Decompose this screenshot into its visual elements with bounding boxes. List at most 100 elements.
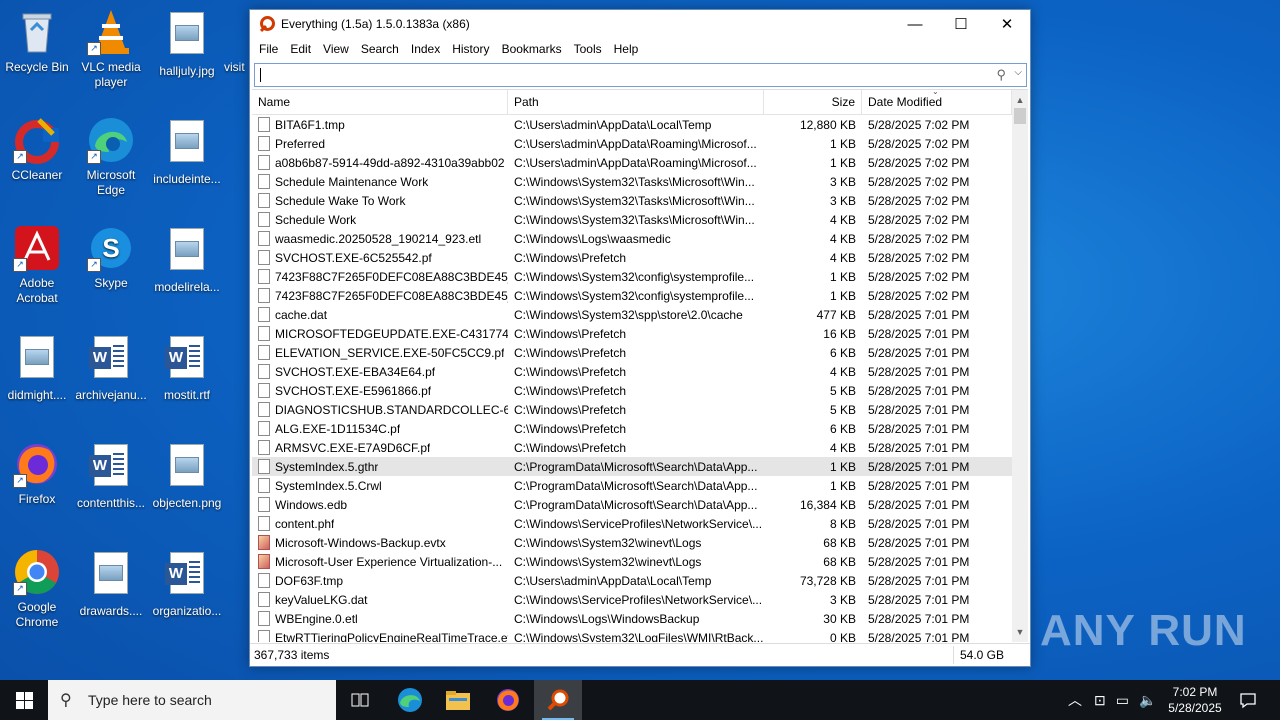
- table-row[interactable]: Preferred C:\Users\admin\AppData\Roaming\…: [252, 134, 1012, 153]
- table-row[interactable]: keyValueLKG.dat C:\Windows\ServiceProfile…: [252, 590, 1012, 609]
- display-icon[interactable]: ▭: [1116, 692, 1129, 709]
- menu-edit[interactable]: Edit: [284, 42, 317, 56]
- desktop-icon-includeinte[interactable]: includeinte...: [150, 116, 224, 187]
- table-row[interactable]: Microsoft-User Experience Virtualization…: [252, 552, 1012, 571]
- desktop-icon-firefox[interactable]: ↗ Firefox: [0, 440, 74, 507]
- column-header: Name Path Size Date Modified ⌄: [252, 87, 1028, 115]
- menu-tools[interactable]: Tools: [568, 42, 608, 56]
- word-document-icon: W: [163, 552, 211, 600]
- desktop-icon-skype[interactable]: S ↗ Skype: [74, 224, 148, 291]
- row-name-cell: WBEngine.0.etl: [252, 611, 508, 626]
- menu-bookmarks[interactable]: Bookmarks: [496, 42, 568, 56]
- notification-center-button[interactable]: [1224, 680, 1272, 720]
- desktop-icon-objecten[interactable]: objecten.png: [150, 440, 224, 511]
- maximize-button[interactable]: ☐: [938, 10, 984, 38]
- table-row[interactable]: ALG.EXE-1D11534C.pf C:\Windows\Prefetch 6 …: [252, 419, 1012, 438]
- file-size: 4 KB: [829, 212, 856, 227]
- column-path[interactable]: Path: [508, 90, 764, 114]
- file-path: C:\Windows\System32\Tasks\Microsoft\Win.…: [514, 212, 755, 227]
- table-row[interactable]: Windows.edb C:\ProgramData\Microsoft\Sear…: [252, 495, 1012, 514]
- desktop-icon-recycle-bin[interactable]: Recycle Bin: [0, 8, 74, 75]
- table-row[interactable]: SystemIndex.5.gthr C:\ProgramData\Microso…: [252, 457, 1012, 476]
- table-row[interactable]: EtwRTTieringPolicyEngineRealTimeTrace.et…: [252, 628, 1012, 642]
- desktop-icon-ccleaner[interactable]: ↗ CCleaner: [0, 116, 74, 183]
- file-size: 73,728 KB: [799, 573, 856, 588]
- table-row[interactable]: BITA6F1.tmp C:\Users\admin\AppData\Local\…: [252, 115, 1012, 134]
- file-size: 1 KB: [829, 136, 856, 151]
- table-row[interactable]: content.phf C:\Windows\ServiceProfiles\Ne…: [252, 514, 1012, 533]
- desktop-icon-label: Recycle Bin: [5, 60, 69, 74]
- table-row[interactable]: SVCHOST.EXE-6C525542.pf C:\Windows\Prefet…: [252, 248, 1012, 267]
- menu-file[interactable]: File: [253, 42, 284, 56]
- taskbar-search-box[interactable]: ⚲ Type here to search: [48, 680, 336, 720]
- desktop-icon-visit[interactable]: visit: [224, 8, 250, 75]
- vertical-scrollbar[interactable]: ▲ ▼: [1012, 90, 1028, 642]
- desktop-icon-drawards[interactable]: drawards....: [74, 548, 148, 619]
- file-icon: [258, 345, 270, 360]
- taskbar-firefox[interactable]: [484, 680, 532, 720]
- column-size[interactable]: Size: [764, 90, 862, 114]
- close-button[interactable]: ✕: [984, 10, 1030, 38]
- table-row[interactable]: ELEVATION_SERVICE.EXE-50FC5CC9.pf C:\Wind…: [252, 343, 1012, 362]
- table-row[interactable]: DOF63F.tmp C:\Users\admin\AppData\Local\T…: [252, 571, 1012, 590]
- table-row[interactable]: SVCHOST.EXE-E5961866.pf C:\Windows\Prefet…: [252, 381, 1012, 400]
- chevron-down-icon[interactable]: ⌵: [1014, 67, 1022, 78]
- table-row[interactable]: cache.dat C:\Windows\System32\spp\store\2…: [252, 305, 1012, 324]
- menu-view[interactable]: View: [317, 42, 355, 56]
- row-name-cell: Schedule Wake To Work: [252, 193, 508, 208]
- file-size: 12,880 KB: [799, 117, 856, 132]
- start-button[interactable]: [0, 680, 48, 720]
- column-name[interactable]: Name: [252, 90, 508, 114]
- table-row[interactable]: a08b6b87-5914-49dd-a892-4310a39abb02 C:\U…: [252, 153, 1012, 172]
- scroll-up-icon[interactable]: ▲: [1012, 92, 1028, 108]
- desktop-icon-acrobat[interactable]: ↗ Adobe Acrobat: [0, 224, 74, 306]
- table-row[interactable]: ARMSVC.EXE-E7A9D6CF.pf C:\Windows\Prefetc…: [252, 438, 1012, 457]
- volume-icon[interactable]: 🔈: [1139, 692, 1156, 709]
- search-input[interactable]: ⚲ ⌵: [254, 63, 1027, 87]
- file-name: WBEngine.0.etl: [275, 611, 358, 626]
- table-row[interactable]: 7423F88C7F265F0DEFC08EA88C3BDE45_A... C:\…: [252, 267, 1012, 286]
- table-row[interactable]: MICROSOFTEDGEUPDATE.EXE-C4317749.pf C:\Wi…: [252, 324, 1012, 343]
- clock[interactable]: 7:02 PM 5/28/2025: [1160, 684, 1230, 716]
- table-row[interactable]: 7423F88C7F265F0DEFC08EA88C3BDE45_A... C:\…: [252, 286, 1012, 305]
- table-row[interactable]: Schedule Work C:\Windows\System32\Tasks\M…: [252, 210, 1012, 229]
- network-icon[interactable]: ⊡: [1094, 692, 1106, 709]
- desktop-icon-didmight[interactable]: didmight....: [0, 332, 74, 403]
- desktop-icon-modelirela[interactable]: modelirela...: [150, 224, 224, 295]
- desktop-icon-halljuly[interactable]: halljuly.jpg: [150, 8, 224, 79]
- row-name-cell: ARMSVC.EXE-E7A9D6CF.pf: [252, 440, 508, 455]
- show-hidden-icons-icon[interactable]: ︿: [1068, 690, 1082, 710]
- menu-search[interactable]: Search: [355, 42, 405, 56]
- desktop-icon-vlc[interactable]: ↗ VLC media player: [74, 8, 148, 90]
- taskbar-edge[interactable]: [386, 680, 434, 720]
- menu-history[interactable]: History: [446, 42, 495, 56]
- desktop-icon-contentthis[interactable]: W contentthis...: [74, 440, 148, 511]
- desktop-icon-chrome[interactable]: ↗ Google Chrome: [0, 548, 74, 630]
- table-row[interactable]: waasmedic.20250528_190214_923.etl C:\Wind…: [252, 229, 1012, 248]
- desktop-icon-archivejanu[interactable]: W archivejanu...: [74, 332, 148, 403]
- minimize-button[interactable]: —: [892, 10, 938, 38]
- table-row[interactable]: Schedule Maintenance Work C:\Windows\Syst…: [252, 172, 1012, 191]
- title-bar[interactable]: Everything (1.5a) 1.5.0.1383a (x86) — ☐ …: [250, 10, 1030, 38]
- table-row[interactable]: Schedule Wake To Work C:\Windows\System32…: [252, 191, 1012, 210]
- desktop-icon-edge[interactable]: ↗ Microsoft Edge: [74, 116, 148, 198]
- desktop-icon-organizatio[interactable]: W organizatio...: [150, 548, 224, 619]
- table-row[interactable]: DIAGNOSTICSHUB.STANDARDCOLLEC-60... C:\Wi…: [252, 400, 1012, 419]
- scroll-down-icon[interactable]: ▼: [1012, 624, 1028, 640]
- scroll-thumb[interactable]: [1014, 108, 1026, 124]
- taskbar-search-placeholder: Type here to search: [88, 692, 212, 708]
- task-view-button[interactable]: [336, 680, 384, 720]
- taskbar-file-explorer[interactable]: [434, 680, 482, 720]
- desktop-icon-mostit[interactable]: W mostit.rtf: [150, 332, 224, 403]
- menu-help[interactable]: Help: [608, 42, 645, 56]
- table-row[interactable]: SystemIndex.5.Crwl C:\ProgramData\Microso…: [252, 476, 1012, 495]
- file-path: C:\Windows\System32\config\systemprofile…: [514, 269, 755, 284]
- taskbar-everything[interactable]: [534, 680, 582, 720]
- menu-index[interactable]: Index: [405, 42, 446, 56]
- row-name-cell: Microsoft-User Experience Virtualization…: [252, 554, 508, 569]
- table-row[interactable]: SVCHOST.EXE-EBA34E64.pf C:\Windows\Prefet…: [252, 362, 1012, 381]
- table-row[interactable]: Microsoft-Windows-Backup.evtx C:\Windows\…: [252, 533, 1012, 552]
- search-icon[interactable]: ⚲: [996, 67, 1006, 83]
- table-row[interactable]: WBEngine.0.etl C:\Windows\Logs\WindowsBac…: [252, 609, 1012, 628]
- image-file-icon: [163, 12, 211, 60]
